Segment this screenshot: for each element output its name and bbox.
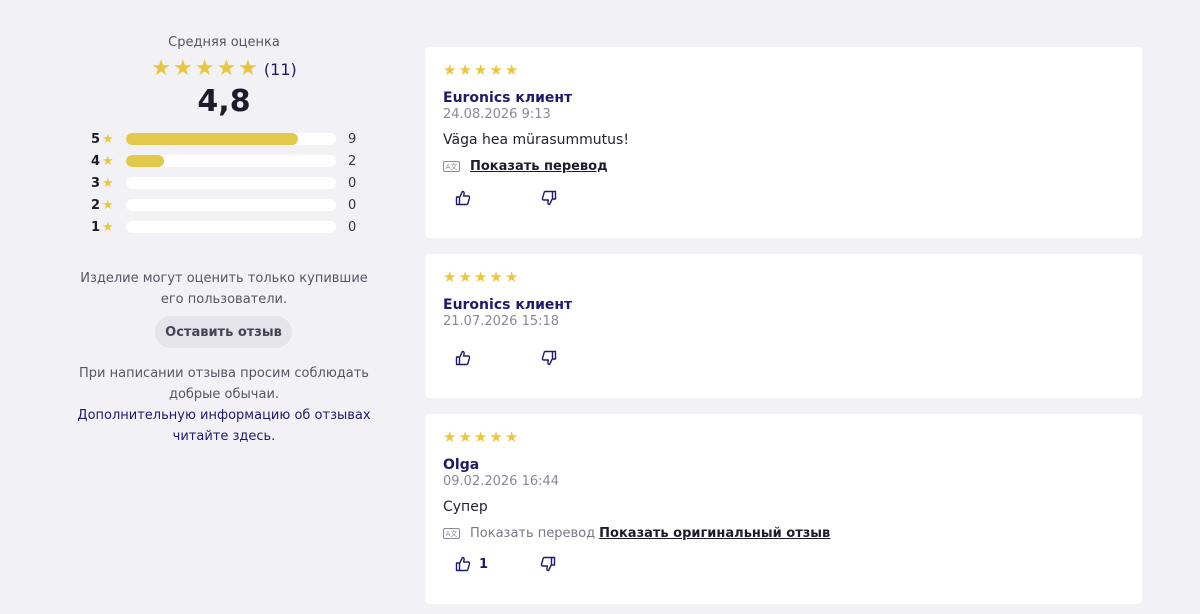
- rating-distribution: 5 ★ 9 4 ★ 2 3 ★ 0 2 ★ 0 1 ★ 0: [90, 128, 370, 238]
- review-author: Euronics клиент: [443, 90, 573, 106]
- review-votes: [455, 350, 557, 366]
- translate-icon: A文: [443, 161, 460, 172]
- star-icon: ★: [458, 428, 472, 446]
- dislike-button[interactable]: [541, 190, 557, 206]
- star-icon: ★: [489, 428, 503, 446]
- star-icon: ★: [216, 56, 237, 81]
- star-icon: ★: [473, 61, 488, 79]
- distribution-row: 2 ★ 0: [90, 194, 370, 216]
- thumbs-up-icon: [455, 190, 471, 206]
- distribution-stars: 5: [90, 131, 100, 147]
- thumbs-down-icon: [541, 190, 557, 206]
- star-icon: ★: [102, 131, 114, 147]
- distribution-bar: [126, 155, 336, 167]
- thumbs-down-icon: [540, 556, 556, 572]
- review-rating: ★ ★ ★ ★ ★: [443, 270, 518, 285]
- review-count: (11): [263, 59, 297, 79]
- star-icon: ★: [504, 268, 519, 286]
- like-button[interactable]: 1: [455, 556, 488, 572]
- distribution-stars: 4: [90, 153, 100, 169]
- rating-summary: Средняя оценка ★ ★ ★ ★ ★ (11) 4,8: [84, 30, 364, 119]
- review-author: Euronics клиент: [443, 297, 573, 313]
- thumbs-up-icon: [455, 556, 471, 572]
- star-icon: ★: [489, 268, 503, 286]
- average-rating: 4,8: [197, 84, 251, 119]
- thumbs-down-icon: [541, 350, 557, 366]
- star-icon: ★: [443, 61, 457, 79]
- review-votes: [455, 190, 557, 206]
- only-buyers-notice: Изделие могут оценить только купившие ег…: [80, 271, 368, 307]
- review-card: ★ ★ ★ ★ ★ Euronics клиент 21.07.2026 15:…: [425, 254, 1142, 398]
- leave-review-button[interactable]: Оставить отзыв: [155, 316, 292, 348]
- star-icon: ★: [238, 56, 258, 81]
- review-text: Супер: [443, 499, 488, 515]
- like-button[interactable]: [455, 350, 479, 366]
- dislike-button[interactable]: [541, 350, 557, 366]
- distribution-stars: 3: [90, 175, 100, 191]
- distribution-bar-fill: [126, 155, 164, 167]
- star-icon: ★: [504, 428, 519, 446]
- distribution-count: 0: [348, 175, 357, 191]
- distribution-bar-fill: [126, 133, 299, 145]
- star-icon: ★: [504, 61, 519, 79]
- thumbs-up-icon: [455, 350, 471, 366]
- like-count: 1: [479, 556, 489, 572]
- star-icon: ★: [458, 268, 472, 286]
- distribution-row: 4 ★ 2: [90, 150, 370, 172]
- star-icon: ★: [102, 197, 114, 213]
- distribution-count: 0: [348, 197, 357, 213]
- star-icon: ★: [194, 56, 215, 81]
- show-original-link[interactable]: Показать оригинальный отзыв: [599, 526, 830, 541]
- distribution-stars: 1: [90, 219, 100, 235]
- distribution-row: 5 ★ 9: [90, 128, 370, 150]
- review-card: ★ ★ ★ ★ ★ Euronics клиент 24.08.2026 9:1…: [425, 47, 1142, 238]
- star-icon: ★: [151, 56, 171, 81]
- summary-title: Средняя оценка: [168, 35, 280, 50]
- distribution-bar: [126, 199, 336, 211]
- review-rating: ★ ★ ★ ★ ★: [443, 430, 518, 445]
- review-votes: 1: [455, 556, 556, 572]
- star-icon: ★: [473, 268, 488, 286]
- review-date: 09.02.2026 16:44: [443, 474, 560, 489]
- show-translation-link[interactable]: Показать перевод: [470, 159, 608, 174]
- review-date: 24.08.2026 9:13: [443, 107, 551, 122]
- like-button[interactable]: [455, 190, 479, 206]
- translate-row: A文 Показать перевод: [443, 159, 608, 174]
- review-info-link[interactable]: Дополнительную информацию об отзывах чит…: [74, 405, 374, 447]
- star-icon: ★: [473, 428, 488, 446]
- distribution-stars: 2: [90, 197, 100, 213]
- star-icon: ★: [102, 153, 114, 169]
- distribution-row: 1 ★ 0: [90, 216, 370, 238]
- translate-icon: A文: [443, 528, 460, 539]
- distribution-bar: [126, 133, 336, 145]
- distribution-bar: [126, 177, 336, 189]
- star-icon: ★: [102, 175, 114, 191]
- distribution-count: 2: [348, 153, 357, 169]
- distribution-bar: [126, 221, 336, 233]
- star-icon: ★: [489, 61, 503, 79]
- star-icon: ★: [102, 219, 114, 235]
- show-translation-link[interactable]: Показать перевод: [470, 526, 595, 541]
- star-icon: ★: [172, 56, 193, 81]
- distribution-count: 9: [348, 131, 357, 147]
- review-text: Väga hea mürasummutus!: [443, 132, 629, 148]
- star-icon: ★: [443, 428, 457, 446]
- summary-stars: ★ ★ ★ ★ ★ (11): [84, 58, 364, 80]
- review-date: 21.07.2026 15:18: [443, 314, 560, 329]
- distribution-row: 3 ★ 0: [90, 172, 370, 194]
- star-icon: ★: [458, 61, 472, 79]
- translate-row: A文 Показать перевод Показать оригинальны…: [443, 526, 830, 541]
- etiquette-notice: При написании отзыва просим соблюдать до…: [79, 366, 369, 402]
- dislike-button[interactable]: [540, 556, 556, 572]
- review-rating: ★ ★ ★ ★ ★: [443, 63, 518, 78]
- review-author: Olga: [443, 457, 480, 473]
- star-icon: ★: [443, 268, 457, 286]
- distribution-count: 0: [348, 219, 357, 235]
- review-card: ★ ★ ★ ★ ★ Olga 09.02.2026 16:44 Супер A文…: [425, 414, 1142, 604]
